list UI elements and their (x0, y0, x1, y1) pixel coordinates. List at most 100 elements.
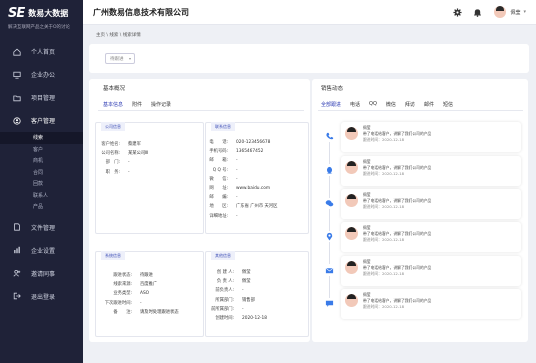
user-avatar[interactable] (494, 6, 507, 18)
feed-entry: 佩莹 带了电话给客户，讲解了我们公司的产品 跟进时间：2020-12-18 (312, 189, 524, 231)
other-info-fields: 创 建 人: 佩莹负 责 人: 佩莹 前负责人: - 所属部门: 销售部 前所属部门: - 创建时… (198, 268, 267, 323)
topbar: 广州数易信息技术有限公司 佩莹 ▾ (83, 0, 536, 25)
sales-feed-title: 销售动态 (321, 86, 344, 92)
info-field: 创建时间: 2020-12-18 (198, 314, 267, 323)
home-icon (13, 48, 21, 56)
field-label: 下次跟进时间: (104, 300, 132, 306)
sidebar-item-home[interactable]: 个人首页 (0, 40, 83, 63)
feed-entry: 佩莹 带了电话给客户，讲解了我们公司的产品 跟进时间：2020-12-18 (312, 156, 524, 198)
sidebar-subitem[interactable]: 回款 (0, 178, 83, 190)
info-field: 微 信: - (204, 175, 277, 184)
field-value: 2020-12-18 (242, 316, 267, 322)
field-value: 某某公司Ⅲ (128, 151, 149, 157)
feed-time: 跟进时间：2020-12-18 (363, 271, 405, 276)
field-label: 跟进状态: (113, 273, 132, 278)
tab-divider (98, 110, 304, 111)
feed-text: 佩莹 带了电话给客户，讲解了我们公司的产品 跟进时间：2020-12-18 (363, 225, 431, 243)
field-value: 百度推广 (140, 282, 158, 288)
sidebar-item-file[interactable]: 文件管理 (0, 216, 83, 239)
info-field: 手机号码: 1365467452 (204, 147, 277, 156)
delete-button[interactable]: 删除 (248, 53, 276, 64)
feed-card[interactable]: 佩莹 带了电话给客户，讲解了我们公司的产品 跟进时间：2020-12-18 (341, 289, 521, 319)
feed-card[interactable]: 佩莹 带了电话给客户，讲解了我们公司的产品 跟进时间：2020-12-18 (341, 189, 521, 219)
field-label: 所属部门: (215, 297, 234, 303)
sidebar-subitem[interactable]: 线索 (0, 132, 83, 144)
edit-button[interactable]: 编辑 (214, 53, 242, 64)
folder-icon (13, 95, 21, 101)
field-label: 前所属部门: (211, 306, 234, 312)
sidebar-subitem[interactable]: 客户 (0, 144, 83, 156)
logout-icon (13, 292, 21, 300)
sidebar-subnav: 线索 客户 商机 合同 回款 联系人 产品 (0, 132, 83, 213)
sms-icon (325, 300, 334, 307)
info-field: 客户姓名: 蔡建军 (96, 140, 148, 149)
settings-icon[interactable] (453, 7, 463, 17)
sidebar-item-folder[interactable]: 项目管理 (0, 86, 83, 109)
sidebar-item-chart[interactable]: 企业设置 (0, 239, 83, 262)
desktop-icon (13, 71, 21, 79)
sidebar-item-logout[interactable]: 退出登录 (0, 285, 83, 308)
field-value: - (128, 169, 130, 175)
field-value: - (236, 213, 238, 219)
phone-icon (326, 132, 334, 140)
feed-card[interactable]: 佩莹 带了电话给客户，讲解了我们公司的产品 跟进时间：2020-12-18 (341, 156, 521, 186)
user-name[interactable]: 佩莹 (510, 9, 520, 16)
feed-card[interactable]: 佩莹 带了电话给客户，讲解了我们公司的产品 跟进时间：2020-12-18 (341, 122, 521, 152)
feed-card[interactable]: 佩莹 带了电话给客户，讲解了我们公司的产品 跟进时间：2020-12-18 (341, 256, 521, 286)
convert-customer-button[interactable]: 转成客户 (141, 53, 169, 64)
users-icon (13, 116, 21, 125)
bell-icon[interactable] (473, 8, 482, 17)
field-label: 电 话: (209, 140, 228, 145)
feed-text: 佩莹 带了电话给客户，讲解了我们公司的产品 跟进时间：2020-12-18 (363, 125, 431, 143)
status-select[interactable]: 待跟进 ▾ (105, 53, 135, 64)
field-label: Q Q 号: (212, 167, 228, 173)
chevron-down-icon[interactable]: ▾ (523, 9, 526, 15)
field-value: 佩莹 (242, 279, 251, 285)
sidebar-item-add-user[interactable]: 邀请同事 (0, 262, 83, 285)
field-value: www.baidu.com (236, 186, 271, 192)
contact-info-fields: 电 话: 020-123456678 手机号码: 1365467452 邮 箱: - Q Q… (204, 138, 277, 221)
feed-card[interactable]: 佩莹 带了电话给客户，讲解了我们公司的产品 跟进时间：2020-12-18 (341, 222, 521, 252)
qq-icon (326, 166, 333, 174)
field-label: 手机号码: (209, 149, 228, 155)
sidebar-subitem[interactable]: 合同 (0, 167, 83, 179)
sidebar-item-label: 退出登录 (31, 293, 56, 301)
feed-time: 跟进时间：2020-12-18 (363, 204, 405, 209)
app-slogan: 解决互联网产品之关于O的讨论 (8, 25, 71, 30)
company-info-box: 公司信息 (95, 122, 204, 234)
field-value: 佩莹 (242, 270, 251, 275)
feed-avatar (345, 194, 358, 207)
file-icon (14, 223, 20, 231)
transfer-button[interactable]: 转移给他人 (175, 53, 208, 64)
sidebar-item-label: 文件管理 (31, 224, 56, 232)
field-label: 公司名称: (101, 151, 120, 157)
contact-info-tag: 联系信息 (211, 122, 235, 131)
field-value: - (236, 158, 238, 164)
sidebar-item-users[interactable]: 客户管理 (0, 109, 83, 132)
info-field: 下次跟进时间: - (96, 299, 179, 308)
sidebar-subitem[interactable]: 联系人 (0, 190, 83, 202)
feed-time: 跟进时间：2020-12-18 (363, 304, 405, 309)
field-label: 线索来源: (113, 282, 132, 288)
sidebar-subitem[interactable]: 商机 (0, 155, 83, 167)
info-field: 业务类型: ASO (96, 289, 179, 298)
sidebar-item-label: 个人首页 (31, 49, 56, 56)
feed-tab-divider (318, 110, 523, 111)
field-label: 详细地址: (209, 213, 228, 219)
info-field: 前所属部门: - (198, 305, 267, 314)
field-value: 请及时处理跟进状态 (140, 309, 179, 315)
field-value: 1365467452 (236, 149, 264, 155)
feed-avatar (345, 127, 358, 140)
feed-text: 佩莹 带了电话给客户，讲解了我们公司的产品 跟进时间：2020-12-18 (363, 259, 431, 277)
info-field: 负 责 人: 佩莹 (198, 277, 267, 286)
feed-time: 跟进时间：2020-12-18 (363, 237, 405, 242)
field-label: 邮 编: (209, 195, 228, 201)
field-value: - (128, 160, 130, 166)
feed-time: 跟进时间：2020-12-18 (363, 171, 405, 176)
sidebar-subitem[interactable]: 产品 (0, 201, 83, 213)
sidebar-item-desktop[interactable]: 企业办公 (0, 63, 83, 86)
other-info-tag: 其他信息 (211, 251, 235, 260)
field-value: - (236, 176, 238, 182)
field-label: 前负责人: (215, 288, 234, 294)
sidebar-item-label: 客户管理 (31, 118, 56, 125)
